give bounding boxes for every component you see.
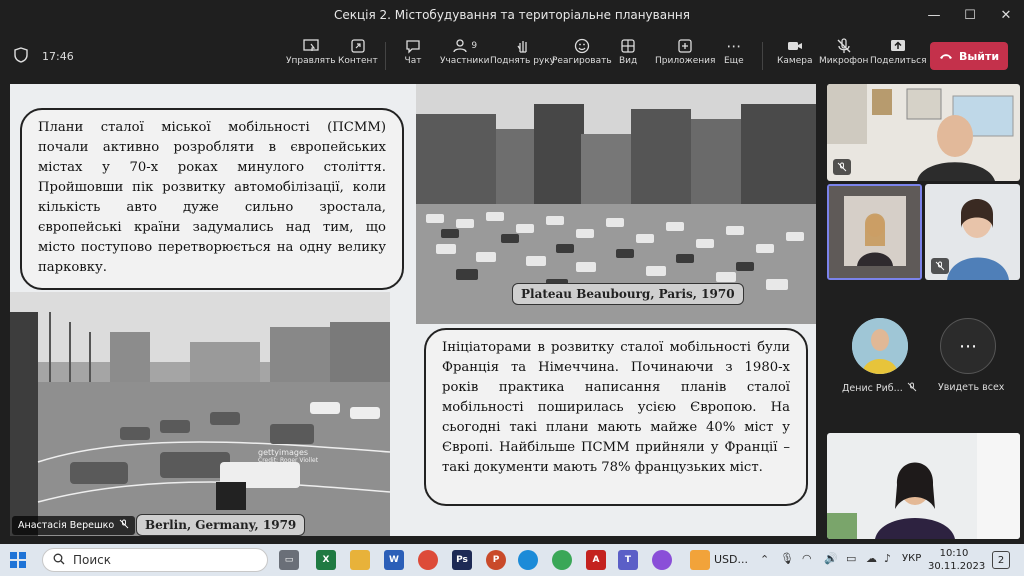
avatar-denys[interactable]	[852, 318, 908, 374]
taskbar-search-input[interactable]: Поиск	[42, 548, 268, 572]
copilot-icon[interactable]	[652, 550, 672, 570]
window-title: Секція 2. Містобудування та територіальн…	[334, 8, 690, 22]
tray-overflow-icon[interactable]: ⌃	[760, 553, 769, 566]
minimize-button[interactable]: —	[916, 0, 952, 30]
meeting-timer: 17:46	[42, 49, 74, 63]
participants-count: 9	[471, 41, 478, 51]
file-explorer-icon[interactable]	[350, 550, 370, 570]
hangup-icon	[939, 50, 953, 63]
react-icon	[573, 36, 591, 56]
speaker-icon[interactable]: ♪	[884, 552, 891, 565]
taskbar-clock[interactable]: 10:10 30.11.2023	[928, 547, 985, 573]
search-icon	[53, 553, 65, 568]
word-icon[interactable]: W	[384, 550, 404, 570]
mic-off-icon	[833, 159, 851, 175]
share-button[interactable]: Поделиться	[870, 36, 927, 66]
shield-icon	[14, 46, 28, 66]
people-icon: 9	[452, 36, 477, 56]
volume-icon[interactable]: 🔊	[824, 552, 838, 565]
wifi-icon[interactable]: ◠	[802, 552, 812, 565]
mic-off-icon	[907, 382, 917, 395]
share-control-button[interactable]: Управлять	[286, 36, 336, 66]
more-button[interactable]: ⋯ Еще	[724, 36, 744, 66]
participants-button[interactable]: 9 Участники	[440, 36, 490, 66]
presenter-nametag: Анастасія Верешко	[12, 516, 136, 535]
microphone-tray-icon[interactable]: 🎙	[780, 552, 794, 565]
getty-watermark: gettyimages Credit: Roger Viollet	[258, 448, 319, 464]
edge-icon[interactable]	[518, 550, 538, 570]
chat-button[interactable]: Чат	[404, 36, 422, 66]
participant-tile-woman-2[interactable]	[827, 433, 1020, 539]
participant-tile-active-speaker[interactable]	[827, 184, 922, 280]
slide-textbox-initiators: Ініціаторами в розвитку сталої мобільнос…	[424, 328, 808, 506]
onedrive-icon[interactable]: ☁	[866, 552, 877, 565]
window-titlebar: Секція 2. Містобудування та територіальн…	[0, 0, 1024, 30]
meeting-toolbar: 17:46 Управлять Контент Чат 9 Участники …	[0, 30, 1024, 82]
content-icon	[349, 36, 367, 56]
raise-hand-icon	[514, 36, 532, 56]
share-icon	[889, 36, 907, 56]
camera-button[interactable]: Камера	[777, 36, 812, 66]
task-view-icon[interactable]: ▭	[279, 550, 299, 570]
apps-button[interactable]: Приложения	[655, 36, 715, 66]
see-all-button[interactable]: ⋯	[940, 318, 996, 374]
notification-center-icon[interactable]: 2	[992, 551, 1010, 569]
microphone-button[interactable]: Микрофон	[819, 36, 868, 66]
more-icon: ⋯	[726, 37, 742, 55]
teams-icon[interactable]: T	[618, 550, 638, 570]
leave-button[interactable]: Выйти	[930, 42, 1008, 70]
more-icon: ⋯	[959, 335, 977, 357]
mic-off-icon	[931, 258, 949, 274]
raise-hand-button[interactable]: Поднять руку	[490, 36, 555, 66]
battery-icon[interactable]: ▭	[846, 552, 856, 565]
chrome-profile-icon[interactable]	[552, 550, 572, 570]
caption-paris: Plateau Beaubourg, Paris, 1970	[512, 283, 744, 305]
close-window-button[interactable]: ✕	[988, 0, 1024, 30]
content-button[interactable]: Контент	[338, 36, 378, 66]
slide-textbox-psmm: Плани сталої міської мобільності (ПСММ) …	[20, 108, 404, 290]
maximize-button[interactable]: ☐	[952, 0, 988, 30]
chrome-icon[interactable]	[418, 550, 438, 570]
excel-icon[interactable]: X	[316, 550, 336, 570]
chat-icon	[404, 36, 422, 56]
windows-taskbar: Поиск ▭ X W Ps P A T USD... ⌃ 🎙 ◠ 🔊 ▭ ☁ …	[0, 544, 1024, 576]
participant-tile-man[interactable]	[827, 84, 1020, 181]
view-icon	[619, 36, 637, 56]
currency-widget-icon[interactable]	[690, 550, 710, 570]
language-indicator[interactable]: УКР	[902, 553, 921, 564]
share-screen-icon	[302, 36, 320, 56]
camera-icon	[786, 36, 804, 56]
see-all-label: Увидеть всех	[938, 382, 1005, 393]
powerpoint-icon[interactable]: P	[486, 550, 506, 570]
mic-off-icon	[119, 519, 129, 532]
acrobat-icon[interactable]: A	[586, 550, 606, 570]
react-button[interactable]: Реагировать	[552, 36, 612, 66]
windows-start-icon[interactable]	[10, 552, 26, 572]
mic-off-icon	[835, 36, 853, 56]
participant-label-denys: Денис Риб...	[842, 382, 917, 395]
berlin-parking-photo	[10, 292, 390, 536]
shared-slide: Плани сталої міської мобільності (ПСММ) …	[10, 84, 816, 536]
caption-berlin: Berlin, Germany, 1979	[136, 514, 306, 536]
view-button[interactable]: Вид	[619, 36, 637, 66]
currency-widget-label[interactable]: USD...	[714, 553, 748, 566]
photoshop-icon[interactable]: Ps	[452, 550, 472, 570]
apps-icon	[676, 36, 694, 56]
participant-tile-woman[interactable]	[925, 184, 1020, 280]
